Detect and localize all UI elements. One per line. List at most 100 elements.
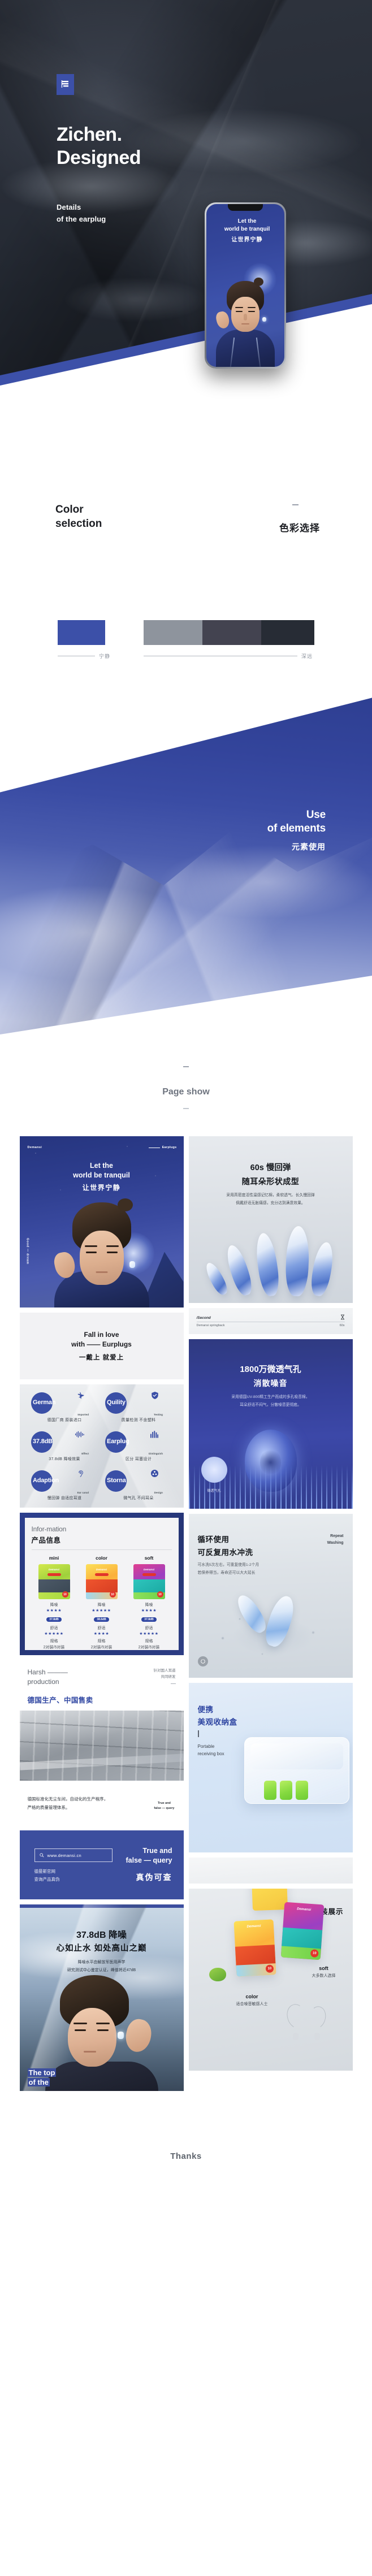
db-footer-text: The top of the: [27, 2068, 57, 2088]
information-column: mini Demansi 10 降噪 ★★★★ 37.8dB 舒适 ★★★★★ 规格 2对装/5对…: [32, 1555, 77, 1651]
earplug-icon: [129, 1261, 135, 1268]
query-cn-big: 真伪可查: [136, 1873, 172, 1882]
phone-model-photo: [214, 276, 276, 367]
ear-icon: [77, 1470, 84, 1480]
fall-line1: Fall in love: [84, 1331, 119, 1339]
washing-p-l2: 若保养得当，寿命还可以大大延长: [197, 1571, 256, 1575]
hero-subtitle: Details of the earplug: [57, 201, 106, 226]
strip-right-bottom: 60s: [339, 1324, 345, 1327]
noise-label: 降噪: [145, 1603, 153, 1607]
spec-block: 规格 2对装/5对装: [138, 1639, 160, 1649]
dash-divider-icon: [292, 504, 299, 505]
repeat-label-l1: Repeat: [330, 1534, 344, 1538]
color-label-left-text: 宁静: [99, 653, 111, 659]
poster-side-label: Good — dream: [25, 1238, 29, 1265]
fall-line-cn: 一戴上 就爱上: [79, 1354, 124, 1361]
footer-thanks: Thanks: [170, 2151, 202, 2161]
factory-caption-l1: 德国标准化无尘车间，自动化的生产程序，: [27, 1796, 109, 1802]
factory-side-note: True and false — query: [154, 1801, 174, 1811]
comfort-label: 舒适: [97, 1626, 106, 1630]
document-lines-icon: [61, 80, 70, 89]
earplug-group-photo: [202, 1223, 336, 1298]
query-cn: 德曼斯官网 查询产品真伪: [34, 1868, 60, 1883]
color-swatch-mid-grey[interactable]: [144, 620, 202, 645]
badge-visual: Storna Design: [105, 1470, 172, 1494]
poster-headline: Let the world be tranquil 让世界宁静: [20, 1161, 184, 1192]
badge-word: Earplug: [107, 1438, 129, 1445]
page-footer: Thanks: [0, 2114, 372, 2198]
noise-label: 降噪: [97, 1603, 106, 1607]
display-color-en: color: [245, 1994, 258, 1999]
website-search-field[interactable]: www.demansi.cn: [34, 1848, 113, 1862]
color-label-right-text: 深远: [301, 653, 313, 659]
elements-heading-l1: Use: [306, 809, 326, 821]
badge-word: 37.8dB: [33, 1438, 53, 1445]
feature-badge: German Imported 德国厂商 原装进口: [29, 1392, 101, 1423]
poster-headline-l2: world be tranquil: [73, 1171, 130, 1179]
earplug-icon: [262, 317, 266, 322]
page-root: Zichen. Designed Details of the earplug …: [0, 0, 372, 2198]
phone-notch: [228, 204, 263, 211]
noise-db-badge: 38.6dB: [94, 1617, 109, 1622]
badge-en-label: Imported: [77, 1413, 89, 1416]
repeat-label-l2: Washing: [327, 1540, 344, 1545]
badge-word: Quility: [107, 1399, 126, 1406]
comfort-rating: ★★★★: [93, 1632, 110, 1636]
noise-rating: ★★★★: [46, 1609, 62, 1613]
page-show-grid: Demansi Earplugs Good — dream Let the wo…: [0, 1136, 372, 2114]
phone-headline-l2: world be tranquil: [224, 226, 270, 232]
phone-headline: Let the world be tranquil 让世界宁静: [222, 218, 272, 243]
color-heading-l2: selection: [55, 517, 102, 530]
badge-en-label: Distinguish: [148, 1452, 163, 1455]
springback-headline-1: 60s 慢回弹: [250, 1163, 291, 1172]
storage-box-photo: [244, 1737, 349, 1804]
feature-badge: Earplug Distinguish 区分 耳塞设计: [103, 1431, 175, 1462]
box-headline-2: 美观收纳盒: [197, 1718, 237, 1726]
color-swatch-tranquil-blue[interactable]: [58, 620, 105, 645]
poster-model-photo: [51, 1198, 152, 1308]
product-package-image: Demansi 10: [38, 1564, 70, 1599]
brand-logo[interactable]: [57, 74, 74, 95]
product-variant-name: mini: [49, 1555, 59, 1561]
query-en-l2: false — query: [126, 1856, 172, 1864]
query-en-l1: True and: [142, 1847, 172, 1855]
db-headline-2: 心如止水 如处高山之巅: [56, 1944, 147, 1953]
strip-row-bottom: Demansi springback 60s: [189, 1324, 353, 1327]
bars-icon: [150, 1431, 158, 1441]
badge-word: Storna: [107, 1477, 126, 1484]
earplug-icon: [117, 2032, 124, 2039]
card-washing: 循环使用 可反复用水冲洗 可水洗5次左右，可重复使用1-2个月 若保养得当，寿命…: [188, 1514, 353, 1678]
badge-word: Adaption: [33, 1477, 59, 1484]
badge-word: German: [33, 1399, 56, 1406]
comfort-rating: ★★★★★: [44, 1632, 64, 1636]
db-paragraph-l1: 降噪水平由解放军医用声学: [77, 1960, 126, 1964]
badge-visual: Earplug Distinguish: [105, 1431, 172, 1455]
color-swatch-slate[interactable]: [202, 620, 261, 645]
color-swatch-charcoal[interactable]: [261, 620, 314, 645]
badge-cn-label: 慢回弹 自适应耳道: [47, 1496, 82, 1500]
poster-brand-tag: Demansi: [27, 1146, 42, 1149]
poster-category-text: Earplugs: [162, 1146, 177, 1149]
leaf-decoration: [209, 1968, 226, 1981]
hero-sub-line2: of the earplug: [57, 215, 106, 224]
noise-label: 降噪: [50, 1603, 58, 1607]
badge-cn-label: 德国厂商 原装进口: [47, 1418, 82, 1422]
feature-badge: Quility Testing 质量检测 不含塑料: [103, 1392, 175, 1423]
harsh-side-l2: 共同研发: [161, 1675, 176, 1679]
hero-sub-line1: Details: [57, 203, 81, 211]
box-lid: [250, 1743, 343, 1769]
pores-headline-2: 消散噪音: [253, 1379, 288, 1388]
spec-block: 规格 2对装/5对装: [43, 1639, 65, 1649]
washing-p-l1: 可水洗5次左右，可重复使用1-2个月: [197, 1563, 259, 1567]
package-soft-pink: Demansi 10: [280, 1902, 324, 1960]
noise-rating: ★★★★★: [92, 1609, 111, 1613]
elements-heading: Use of elements 元素使用: [267, 808, 326, 852]
pores-p-l2: 耳朵舒适不闷气，分散噪音更彻底。: [240, 1403, 301, 1408]
springback-p-l1: 采用高密度活性温感记忆棉，柔软透气、长久慢回弹: [226, 1193, 315, 1197]
product-package-image: Demansi 10: [133, 1564, 165, 1599]
page-show-title-section: Page show: [0, 1034, 372, 1136]
comfort-rating: ★★★★★: [139, 1632, 159, 1636]
hero-title-line1: Zichen.: [57, 124, 122, 145]
card-db-mountain: 37.8dB 降噪 心如止水 如处高山之巅 降噪水平由解放军医用声学 研究测试中…: [19, 1904, 184, 2091]
card-hero-poster: Demansi Earplugs Good — dream Let the wo…: [19, 1136, 184, 1308]
